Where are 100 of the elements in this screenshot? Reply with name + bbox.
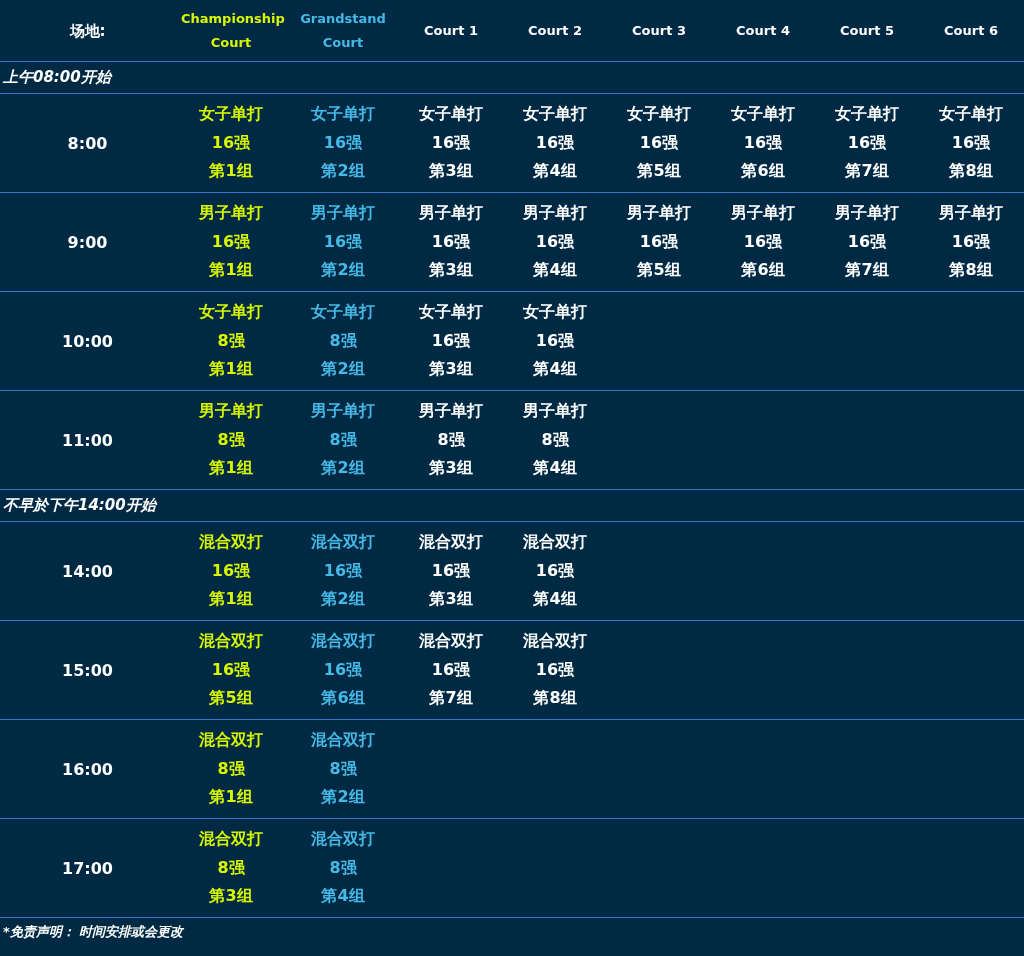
match-event: 女子单打	[835, 103, 899, 126]
match-round: 16强	[951, 230, 991, 253]
match-event: 男子单打	[311, 400, 375, 423]
match-round: 16强	[951, 131, 991, 154]
match-group: 第1组	[209, 157, 253, 186]
match-group: 第5组	[209, 684, 253, 713]
match-round: 8强	[217, 329, 245, 352]
match-round: 16强	[211, 658, 251, 681]
court-header: Court 4	[735, 21, 791, 40]
time-label: 10:00	[62, 331, 113, 351]
match-round: 16强	[431, 329, 471, 352]
match-round: 16强	[535, 658, 575, 681]
match-group: 第6组	[741, 157, 785, 186]
match-event: 女子单打	[523, 301, 587, 324]
match-group: 第8组	[949, 256, 993, 285]
court-header: Court 5	[839, 21, 895, 40]
match-event: 混合双打	[311, 828, 375, 851]
match-event: 男子单打	[199, 400, 263, 423]
match-round: 8强	[329, 428, 357, 451]
match-group: 第3组	[209, 882, 253, 911]
match-round: 16强	[323, 230, 363, 253]
match-round: 16强	[847, 131, 887, 154]
match-event: 混合双打	[199, 531, 263, 554]
match-group: 第6组	[741, 256, 785, 285]
session-heading: 上午08:00开始	[3, 68, 111, 87]
match-round: 16强	[431, 559, 471, 582]
match-round: 8强	[329, 856, 357, 879]
match-event: 混合双打	[311, 531, 375, 554]
match-event: 女子单打	[419, 103, 483, 126]
match-group: 第2组	[321, 454, 365, 483]
match-round: 16强	[431, 131, 471, 154]
match-group: 第3组	[429, 585, 473, 614]
venue-label: 场地:	[69, 20, 106, 42]
match-event: 男子单打	[523, 400, 587, 423]
match-group: 第4组	[533, 355, 577, 384]
match-group: 第7组	[845, 157, 889, 186]
match-round: 16强	[431, 658, 471, 681]
court-header: Court 3	[631, 21, 687, 40]
match-group: 第2组	[321, 783, 365, 812]
match-round: 16强	[211, 559, 251, 582]
match-group: 第1组	[209, 783, 253, 812]
time-label: 9:00	[67, 232, 108, 252]
match-round: 16强	[535, 230, 575, 253]
court-header: Court 6	[943, 21, 999, 40]
match-event: 女子单打	[939, 103, 1003, 126]
match-round: 16强	[847, 230, 887, 253]
match-round: 16强	[639, 230, 679, 253]
match-group: 第4组	[533, 585, 577, 614]
match-group: 第3组	[429, 454, 473, 483]
match-group: 第1组	[209, 355, 253, 384]
match-group: 第8组	[949, 157, 993, 186]
match-group: 第1组	[209, 585, 253, 614]
match-event: 男子单打	[523, 202, 587, 225]
match-group: 第4组	[533, 256, 577, 285]
match-event: 混合双打	[311, 729, 375, 752]
match-round: 8强	[329, 757, 357, 780]
match-event: 混合双打	[419, 630, 483, 653]
match-event: 男子单打	[835, 202, 899, 225]
match-group: 第2组	[321, 256, 365, 285]
match-round: 8强	[217, 757, 245, 780]
time-label: 14:00	[62, 561, 113, 581]
match-round: 16强	[743, 230, 783, 253]
match-round: 8强	[217, 428, 245, 451]
match-event: 男子单打	[939, 202, 1003, 225]
match-event: 混合双打	[311, 630, 375, 653]
match-group: 第7组	[429, 684, 473, 713]
match-group: 第4组	[533, 454, 577, 483]
time-label: 15:00	[62, 660, 113, 680]
match-event: 混合双打	[199, 828, 263, 851]
time-label: 8:00	[67, 133, 108, 153]
match-event: 男子单打	[419, 202, 483, 225]
match-event: 男子单打	[199, 202, 263, 225]
court-header: Court 2	[527, 21, 583, 40]
match-event: 女子单打	[627, 103, 691, 126]
match-round: 16强	[431, 230, 471, 253]
match-group: 第6组	[321, 684, 365, 713]
match-event: 女子单打	[731, 103, 795, 126]
match-group: 第3组	[429, 256, 473, 285]
match-event: 混合双打	[199, 630, 263, 653]
match-event: 混合双打	[199, 729, 263, 752]
match-event: 男子单打	[311, 202, 375, 225]
court-header: Court 1	[423, 21, 479, 40]
match-event: 男子单打	[731, 202, 795, 225]
time-label: 11:00	[62, 430, 113, 450]
match-event: 女子单打	[311, 103, 375, 126]
match-round: 16强	[323, 559, 363, 582]
match-group: 第5组	[637, 256, 681, 285]
match-event: 混合双打	[523, 531, 587, 554]
match-group: 第4组	[321, 882, 365, 911]
match-group: 第3组	[429, 355, 473, 384]
match-round: 8强	[217, 856, 245, 879]
match-event: 男子单打	[627, 202, 691, 225]
match-event: 男子单打	[419, 400, 483, 423]
match-group: 第2组	[321, 157, 365, 186]
match-group: 第2组	[321, 585, 365, 614]
time-label: 17:00	[62, 858, 113, 878]
match-group: 第5组	[637, 157, 681, 186]
match-round: 16强	[535, 329, 575, 352]
match-round: 16强	[323, 131, 363, 154]
match-group: 第1组	[209, 454, 253, 483]
